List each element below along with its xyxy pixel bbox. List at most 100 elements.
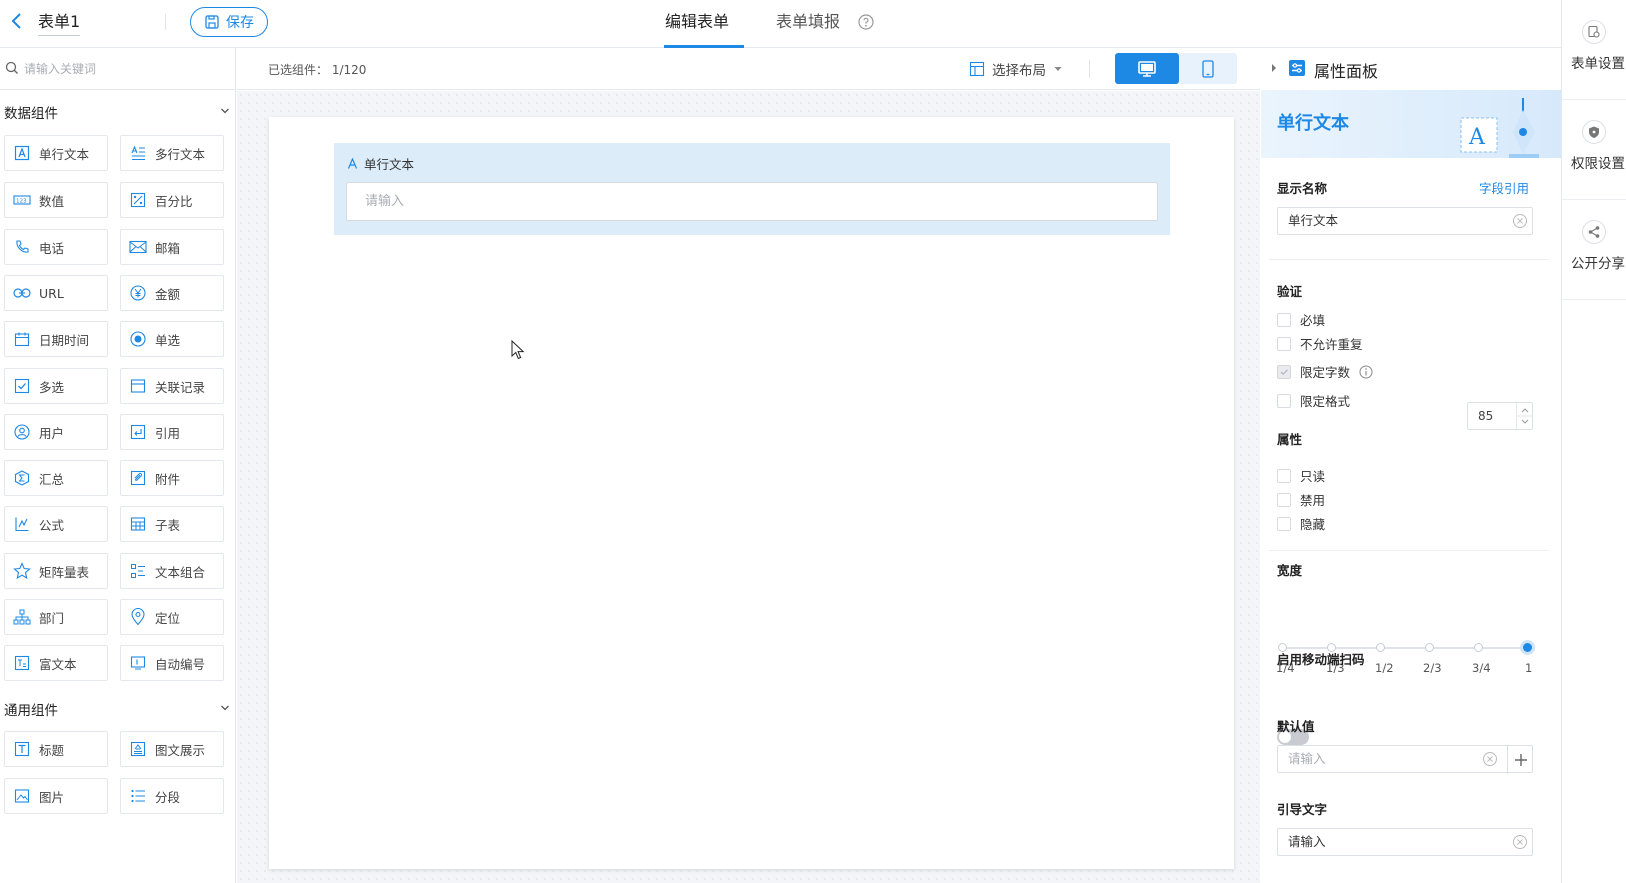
clear-icon[interactable] xyxy=(1512,834,1528,850)
component-related-record[interactable]: 关联记录 xyxy=(120,368,224,404)
checkbox xyxy=(1277,468,1291,483)
required-checkbox[interactable]: 必填 xyxy=(1277,310,1325,329)
component-checkbox[interactable]: 多选 xyxy=(4,368,108,404)
svg-text:A: A xyxy=(1468,125,1486,150)
component-image-text[interactable]: 图文展示 xyxy=(120,731,224,767)
divider xyxy=(165,14,166,30)
layout-select[interactable]: 选择布局 xyxy=(969,57,1063,81)
rail-label: 公开分享 xyxy=(1571,256,1625,272)
component-label: 自动编号 xyxy=(155,656,206,672)
disabled-checkbox[interactable]: 禁用 xyxy=(1277,490,1325,509)
mobile-view-button[interactable] xyxy=(1179,53,1237,84)
tab-edit-form[interactable]: 编辑表单 xyxy=(665,0,729,48)
component-subtable[interactable]: 子表 xyxy=(120,506,224,542)
clear-icon[interactable] xyxy=(1482,751,1498,767)
char-limit-input[interactable]: 85 xyxy=(1467,402,1533,430)
component-mail[interactable]: 邮箱 xyxy=(120,229,224,265)
clear-icon[interactable] xyxy=(1512,213,1528,229)
component-label: 日期时间 xyxy=(39,332,90,348)
component-number[interactable]: 123 数值 xyxy=(4,182,108,218)
rail-label: 表单设置 xyxy=(1571,56,1625,72)
summary-icon xyxy=(13,469,31,487)
info-icon[interactable] xyxy=(1359,365,1373,379)
selected-field-single-line-text[interactable]: 单行文本 请输入 xyxy=(334,143,1170,235)
settings-sliders-icon xyxy=(1288,59,1306,77)
width-slider-thumb[interactable] xyxy=(1520,640,1535,655)
group-title: 通用组件 xyxy=(4,703,58,719)
char-limit-checkbox[interactable]: 限定字数 xyxy=(1277,362,1373,381)
component-phone[interactable]: 电话 xyxy=(4,229,108,265)
component-department[interactable]: 部门 xyxy=(4,599,108,635)
width-stop[interactable] xyxy=(1425,643,1434,652)
form-paper[interactable]: 单行文本 请输入 xyxy=(269,117,1234,869)
component-formula[interactable]: 公式 xyxy=(4,506,108,542)
heading-icon xyxy=(13,740,31,758)
tab-fill-form[interactable]: 表单填报 xyxy=(776,0,840,48)
component-percent[interactable]: 百分比 xyxy=(120,182,224,218)
group-data-components[interactable]: 数据组件 xyxy=(4,102,230,124)
default-value-input[interactable]: 请输入 xyxy=(1277,745,1533,773)
component-currency[interactable]: 金额 xyxy=(120,275,224,311)
component-url[interactable]: URL xyxy=(4,275,108,311)
desktop-view-button[interactable] xyxy=(1115,53,1179,84)
display-name-input[interactable]: 单行文本 xyxy=(1277,207,1533,235)
mobile-scan-label: 启用移动端扫码 xyxy=(1277,652,1365,667)
component-location[interactable]: 定位 xyxy=(120,599,224,635)
component-reference[interactable]: 引用 xyxy=(120,414,224,450)
add-default-value-button[interactable] xyxy=(1507,746,1533,774)
component-auto-number[interactable]: 自动编号 xyxy=(120,645,224,681)
help-circle-icon[interactable] xyxy=(858,14,874,30)
component-single-line-text[interactable]: 单行文本 xyxy=(4,135,108,171)
save-button[interactable]: 保存 xyxy=(190,7,268,37)
component-label: 文本组合 xyxy=(155,564,206,580)
component-label: 部门 xyxy=(39,610,65,626)
format-limit-checkbox[interactable]: 限定格式 xyxy=(1277,391,1350,410)
component-heading[interactable]: 标题 xyxy=(4,731,108,767)
component-label: 电话 xyxy=(39,240,65,256)
checkbox-label: 必填 xyxy=(1300,313,1326,328)
display-name-value: 单行文本 xyxy=(1288,213,1339,228)
component-datetime[interactable]: 日期时间 xyxy=(4,321,108,357)
number-stepper[interactable] xyxy=(1516,403,1533,429)
group-general-components[interactable]: 通用组件 xyxy=(4,699,230,721)
readonly-checkbox[interactable]: 只读 xyxy=(1277,466,1325,485)
component-user[interactable]: 用户 xyxy=(4,414,108,450)
radio-icon xyxy=(129,330,147,348)
component-summary[interactable]: 汇总 xyxy=(4,460,108,496)
width-stop[interactable] xyxy=(1474,643,1483,652)
rail-form-settings[interactable]: 表单设置 xyxy=(1562,0,1626,100)
rail-permission-settings[interactable]: 权限设置 xyxy=(1562,100,1626,200)
hidden-checkbox[interactable]: 隐藏 xyxy=(1277,514,1325,533)
checkbox xyxy=(1277,312,1291,327)
width-stop[interactable] xyxy=(1376,643,1385,652)
related-record-icon xyxy=(129,377,147,395)
form-title[interactable]: 表单1 xyxy=(38,8,81,36)
no-duplicate-checkbox[interactable]: 不允许重复 xyxy=(1277,334,1363,353)
component-radio[interactable]: 单选 xyxy=(120,321,224,357)
text-combo-icon xyxy=(129,562,147,580)
single-line-text-icon xyxy=(13,144,31,162)
collapse-caret-icon[interactable] xyxy=(1271,63,1277,73)
component-image[interactable]: 图片 xyxy=(4,778,108,814)
component-attachment[interactable]: 附件 xyxy=(120,460,224,496)
component-rich-text[interactable]: 富文本 xyxy=(4,645,108,681)
guide-text-input[interactable]: 请输入 xyxy=(1277,828,1533,856)
field-label: 单行文本 xyxy=(347,154,414,173)
field-reference-link[interactable]: 字段引用 xyxy=(1479,178,1529,197)
group-title: 数据组件 xyxy=(4,106,58,122)
component-matrix-scale[interactable]: 矩阵量表 xyxy=(4,553,108,589)
back-arrow-icon[interactable] xyxy=(6,10,28,32)
rail-public-share[interactable]: 公开分享 xyxy=(1562,200,1626,300)
chevron-down-icon xyxy=(220,106,230,116)
component-text-combo[interactable]: 文本组合 xyxy=(120,553,224,589)
component-section[interactable]: 分段 xyxy=(120,778,224,814)
default-value-label: 默认值 xyxy=(1277,719,1315,734)
checkbox-icon xyxy=(13,377,31,395)
rich-text-icon xyxy=(13,654,31,672)
component-multi-line-text[interactable]: 多行文本 xyxy=(120,135,224,171)
divider xyxy=(1089,60,1090,78)
save-icon xyxy=(204,14,220,30)
divider xyxy=(1269,259,1549,260)
search-input[interactable] xyxy=(24,57,224,81)
field-input-preview[interactable]: 请输入 xyxy=(346,182,1158,221)
